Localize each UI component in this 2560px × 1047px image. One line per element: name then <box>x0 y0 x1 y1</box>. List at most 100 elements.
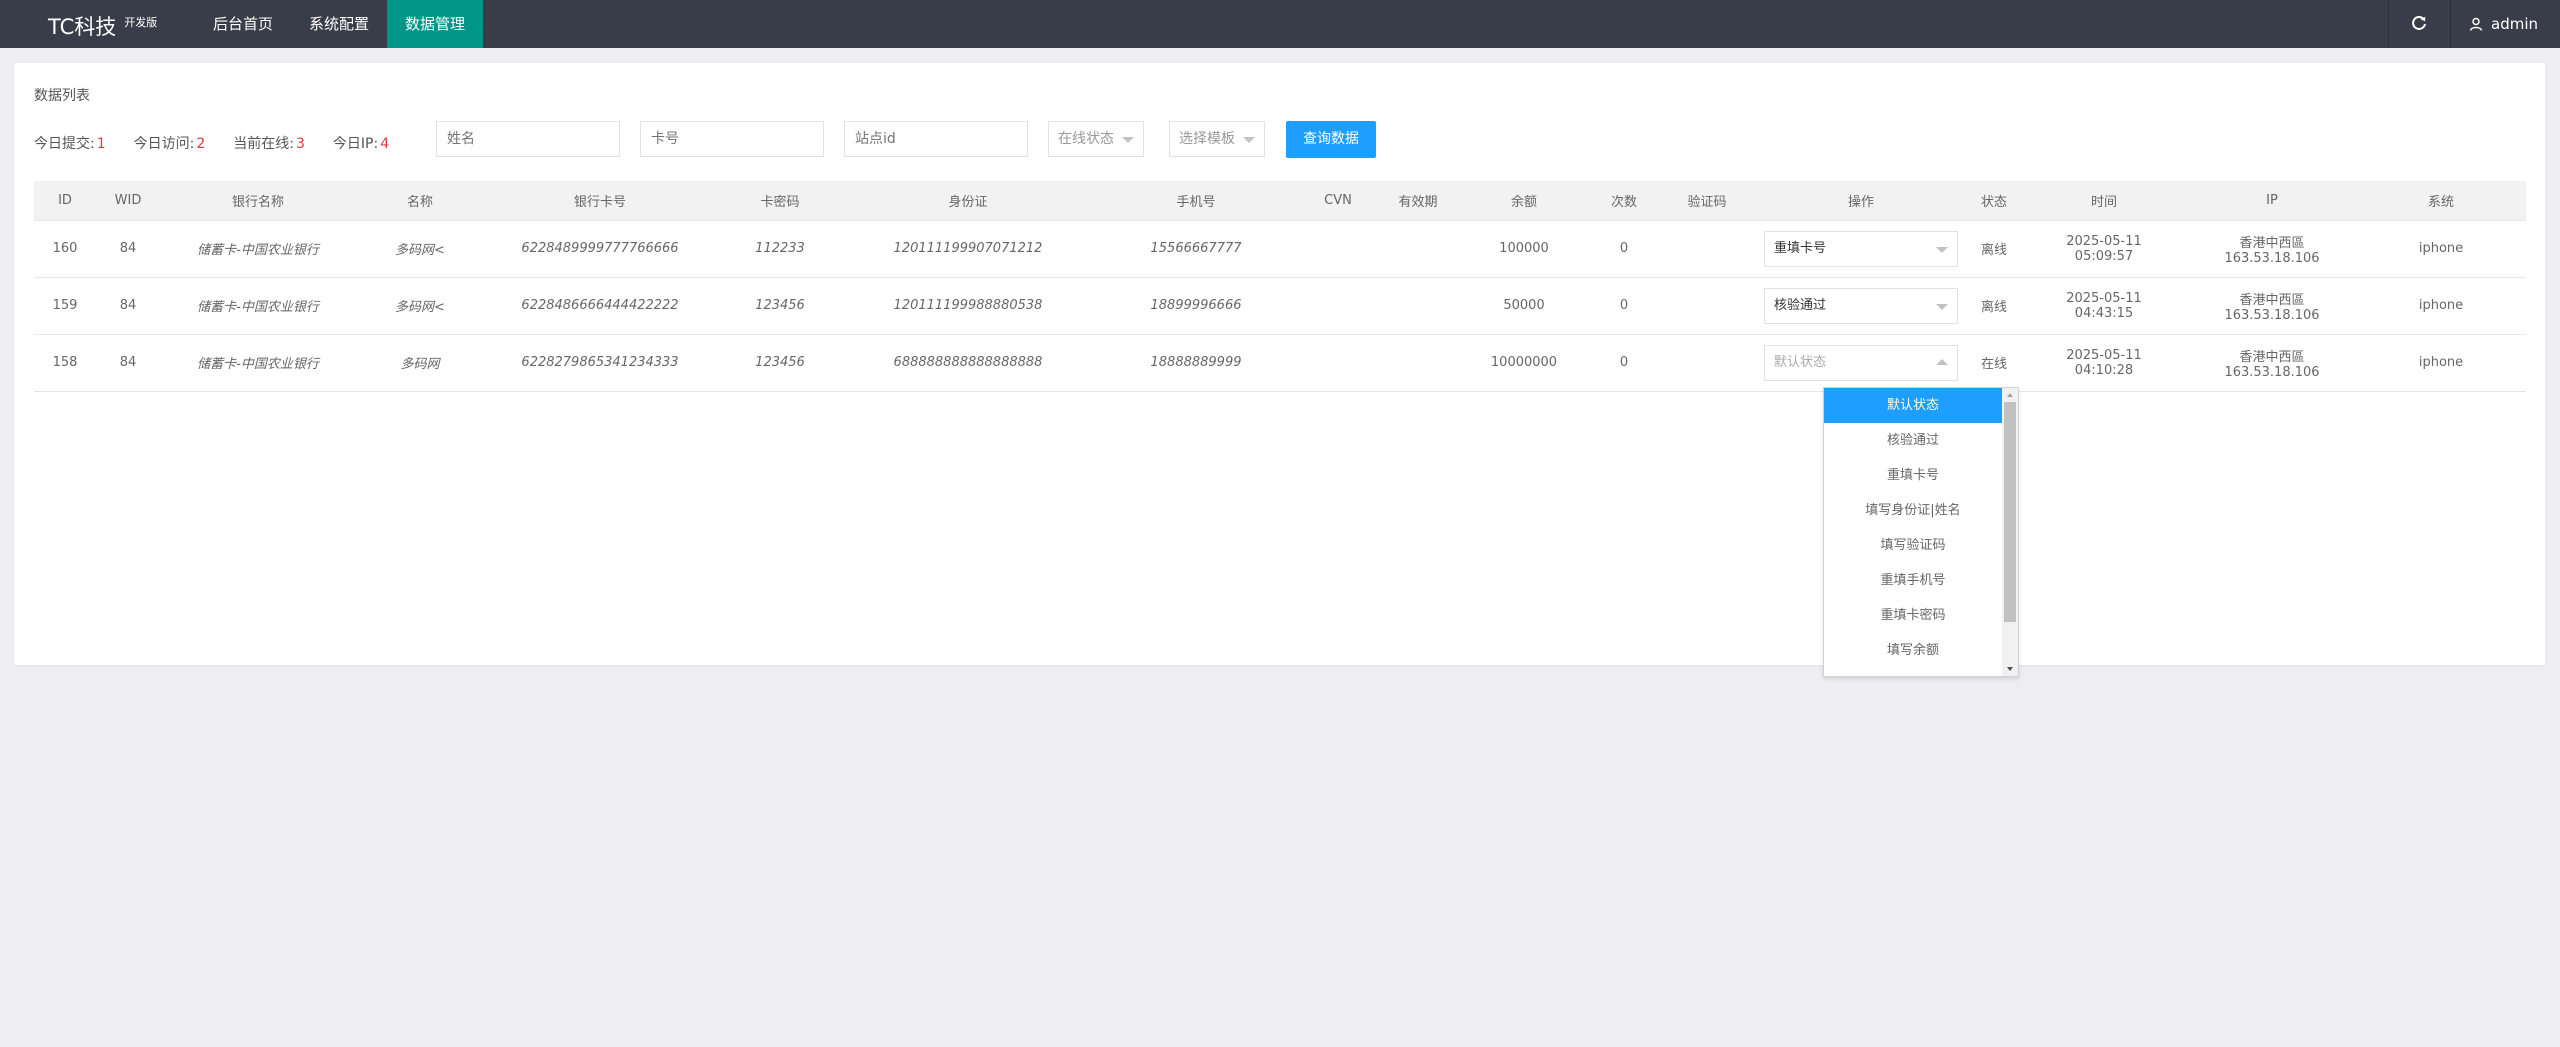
scroll-up-icon[interactable] <box>2007 393 2013 397</box>
th-ip: IP <box>2188 181 2356 221</box>
cell-balance: 50000 <box>1460 277 1588 335</box>
th-exp: 有效期 <box>1376 181 1460 221</box>
data-list-panel: 数据列表 今日提交:1 今日访问:2 当前在线:3 今日IP:4 在线状态 选择… <box>14 63 2545 665</box>
cell-time: 2025-05-11 04:43:15 <box>2020 277 2188 335</box>
cell-wid: 84 <box>96 220 160 278</box>
op-select-value: 默认状态 <box>1774 354 1827 370</box>
th-phone: 手机号 <box>1092 181 1300 221</box>
dropdown-option[interactable]: 重填卡号 <box>1824 458 2002 493</box>
logo-sup: 开发版 <box>124 16 158 29</box>
stat-label: 今日访问: <box>133 136 195 152</box>
refresh-icon <box>2412 15 2426 30</box>
cell-op: 核验通过 <box>1754 277 1968 335</box>
op-select-value: 重填卡号 <box>1774 240 1827 256</box>
stats-row: 今日提交: 1 今日访问: 2 当前在线: 3 今日IP: 4 <box>34 131 417 155</box>
cell-ip-addr: 163.53.18.106 <box>2224 307 2320 323</box>
chevron-down-icon <box>1936 303 1948 310</box>
table-row: 160 84 储蓄卡-中国农业银行 多码网< 62284899997777666… <box>34 220 2526 278</box>
cell-idno: 120111199907071212 <box>844 220 1092 278</box>
cell-ip: 香港中西區 163.53.18.106 <box>2188 277 2356 335</box>
cell-time: 2025-05-11 04:10:28 <box>2020 334 2188 392</box>
op-select[interactable]: 重填卡号 <box>1764 230 1958 267</box>
cell-clock: 04:10:28 <box>2074 362 2134 378</box>
stat-today-submit: 今日提交: 1 <box>34 133 106 153</box>
cell-balance: 10000000 <box>1460 334 1588 392</box>
table-header-row: ID WID 银行名称 名称 银行卡号 卡密码 身份证 手机号 CVN 有效期 … <box>34 181 2526 221</box>
cell-bank: 储蓄卡-中国农业银行 <box>160 220 356 278</box>
chevron-up-icon <box>1936 358 1948 365</box>
user-icon <box>2469 17 2483 31</box>
dropdown-option[interactable]: 默认状态 <box>1824 388 2002 423</box>
dropdown-option[interactable]: 填写验证码 <box>1824 528 2002 563</box>
user-name: admin <box>2491 15 2538 33</box>
online-status-select[interactable]: 在线状态 <box>1048 121 1144 157</box>
cell-op: 默认状态 <box>1754 334 1968 392</box>
cell-cvn <box>1300 334 1376 392</box>
cell-clock: 04:43:15 <box>2074 305 2134 321</box>
cell-id: 159 <box>34 277 96 335</box>
nav-system-config[interactable]: 系统配置 <box>291 0 387 48</box>
scroll-thumb[interactable] <box>2004 402 2016 622</box>
site-id-input[interactable] <box>844 121 1028 157</box>
dropdown-option[interactable]: 填写身份证|姓名 <box>1824 493 2002 528</box>
user-menu[interactable]: admin <box>2450 0 2560 48</box>
chevron-down-icon <box>1243 137 1255 143</box>
cell-wid: 84 <box>96 277 160 335</box>
op-dropdown-list: 默认状态 核验通过 重填卡号 填写身份证|姓名 填写验证码 重填手机号 重填卡密… <box>1823 387 2019 677</box>
table-row: 158 84 储蓄卡-中国农业银行 多码网 622827986534123433… <box>34 334 2526 392</box>
card-input[interactable] <box>640 121 824 157</box>
cell-date: 2025-05-11 <box>2066 233 2142 249</box>
cell-ip-loc: 香港中西區 <box>2239 292 2305 308</box>
chevron-down-icon <box>1122 137 1134 143</box>
th-cvn: CVN <box>1300 181 1376 221</box>
cell-sys: iphone <box>2356 220 2526 278</box>
dropdown-option[interactable]: 核验通过 <box>1824 423 2002 458</box>
chevron-down-icon <box>1936 246 1948 253</box>
dropdown-scrollbar[interactable] <box>2002 388 2018 676</box>
th-count: 次数 <box>1588 181 1660 221</box>
op-select[interactable]: 核验通过 <box>1764 287 1958 324</box>
stat-value: 3 <box>296 136 305 152</box>
cell-code <box>1660 334 1754 392</box>
cell-op: 重填卡号 <box>1754 220 1968 278</box>
cell-id: 160 <box>34 220 96 278</box>
cell-exp <box>1376 334 1460 392</box>
cell-status: 离线 <box>1968 220 2020 278</box>
cell-phone: 18888889999 <box>1092 334 1300 392</box>
stat-today-ip: 今日IP: 4 <box>333 133 389 153</box>
cell-count: 0 <box>1588 334 1660 392</box>
table-row: 159 84 储蓄卡-中国农业银行 多码网< 62284866664444222… <box>34 277 2526 335</box>
name-input[interactable] <box>436 121 620 157</box>
cell-phone: 15566667777 <box>1092 220 1300 278</box>
dropdown-option[interactable]: 填写余额 <box>1824 633 2002 668</box>
stat-value: 4 <box>380 136 390 152</box>
cell-exp <box>1376 220 1460 278</box>
nav-home[interactable]: 后台首页 <box>195 0 291 48</box>
cell-count: 0 <box>1588 220 1660 278</box>
cell-pwd: 123456 <box>716 277 844 335</box>
stat-online: 当前在线: 3 <box>233 133 305 153</box>
nav-data-management[interactable]: 数据管理 <box>387 0 484 48</box>
th-wid: WID <box>96 181 160 221</box>
cell-idno: 688888888888888888 <box>844 334 1092 392</box>
dropdown-option[interactable]: 重填手机号 <box>1824 563 2002 598</box>
cell-ip-loc: 香港中西區 <box>2239 235 2305 251</box>
cell-date: 2025-05-11 <box>2066 290 2142 306</box>
th-name: 名称 <box>356 181 484 221</box>
template-value: 选择模板 <box>1179 131 1235 147</box>
th-sys: 系统 <box>2356 181 2526 221</box>
refresh-button[interactable] <box>2388 0 2450 48</box>
th-code: 验证码 <box>1660 181 1754 221</box>
query-button[interactable]: 查询数据 <box>1286 121 1376 158</box>
cell-balance: 100000 <box>1460 220 1588 278</box>
cell-status: 在线 <box>1968 334 2020 392</box>
scroll-down-icon[interactable] <box>2007 667 2013 671</box>
top-right-tools: admin <box>2388 0 2560 48</box>
dropdown-option[interactable]: 重填卡密码 <box>1824 598 2002 633</box>
op-select[interactable]: 默认状态 <box>1764 344 1958 381</box>
th-op: 操作 <box>1754 181 1968 221</box>
cell-ip-addr: 163.53.18.106 <box>2224 364 2320 380</box>
th-balance: 余额 <box>1460 181 1588 221</box>
cell-ip-loc: 香港中西區 <box>2239 349 2305 365</box>
template-select[interactable]: 选择模板 <box>1169 121 1265 157</box>
